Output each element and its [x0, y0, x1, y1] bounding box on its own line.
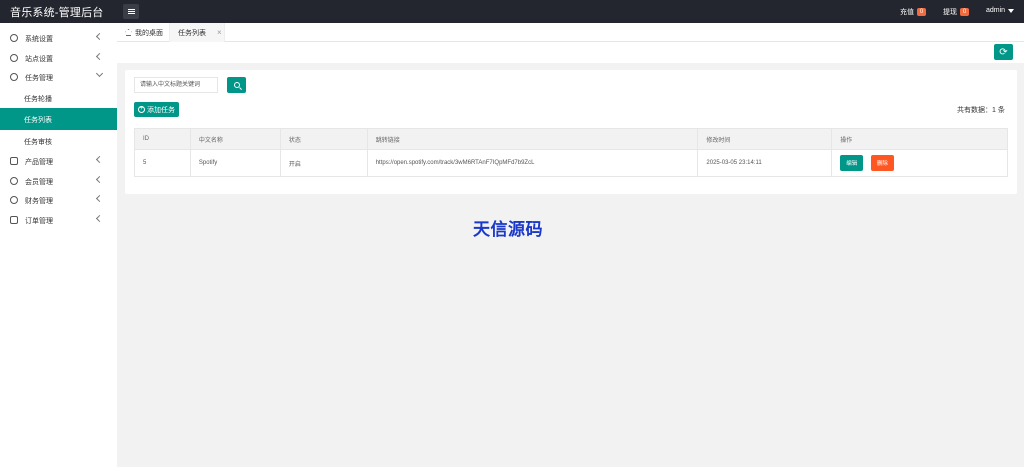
close-icon[interactable]: × [217, 28, 222, 37]
menu-toggle-icon[interactable] [123, 4, 139, 19]
task-table: ID 中文名称 状态 跳转链接 修改时间 操作 5 Spotify 开启 htt… [134, 128, 1008, 177]
app-title: 音乐系统-管理后台 [10, 7, 104, 19]
sidebar-item-label: 产品管理 [25, 159, 53, 166]
chevron-left-icon [95, 155, 104, 164]
sidebar: 系统设置 站点设置 任务管理 任务轮播 任务列表 任务审核 产品管理 会员管理 … [0, 23, 117, 467]
sidebar-item-label: 财务管理 [25, 198, 53, 205]
cell-name: Spotify [189, 149, 281, 177]
recharge-label: 充值 [900, 9, 914, 16]
column-header: 操作 [831, 128, 1008, 150]
location-icon [10, 196, 18, 204]
refresh-icon: ⟳ [999, 46, 1008, 58]
top-header: 音乐系统-管理后台 充值 0 提现 0 admin [0, 0, 1024, 23]
gear-icon [10, 34, 18, 42]
withdraw-label: 提现 [943, 9, 957, 16]
sidebar-item-system-settings[interactable]: 系统设置 [0, 28, 117, 48]
column-header: 中文名称 [189, 128, 281, 150]
tab-label: 我的桌面 [135, 29, 163, 37]
sidebar-subitem-task-carousel[interactable]: 任务轮播 [0, 87, 117, 109]
refresh-button[interactable]: ⟳ [994, 44, 1013, 60]
sidebar-item-label: 系统设置 [25, 36, 53, 43]
table-row: 5 Spotify 开启 https://open.spotify.com/tr… [134, 149, 1008, 177]
sidebar-subitem-label: 任务审核 [24, 138, 52, 146]
withdraw-badge: 0 [960, 8, 969, 16]
add-task-label: 添加任务 [147, 106, 175, 114]
withdraw-indicator[interactable]: 提现 0 [943, 7, 969, 17]
box-icon [10, 215, 18, 224]
cell-time: 2025-03-05 23:14:11 [697, 149, 833, 177]
chevron-left-icon [95, 52, 104, 60]
table-header-row: ID 中文名称 状态 跳转链接 修改时间 操作 [134, 128, 1008, 150]
recharge-indicator[interactable]: 充值 0 [900, 7, 926, 17]
chevron-down-icon [95, 69, 104, 78]
cell-id: 5 [134, 149, 191, 177]
user-menu[interactable]: admin [986, 7, 1015, 14]
column-header: ID [134, 128, 191, 150]
plus-circle-icon: + [138, 106, 145, 113]
cell-actions: 编辑 删除 [831, 149, 1008, 177]
cell-link: https://open.spotify.com/track/3wM6RTAnF… [366, 149, 699, 177]
cell-status: 开启 [279, 149, 368, 177]
user-icon [10, 176, 18, 185]
tab-task-list[interactable]: 任务列表 × [170, 23, 225, 42]
chevron-left-icon [95, 32, 104, 41]
column-header: 修改时间 [697, 128, 833, 150]
sidebar-subitem-label: 任务轮播 [24, 95, 52, 103]
tab-label: 任务列表 [178, 29, 206, 37]
sidebar-item-label: 站点设置 [25, 55, 53, 63]
add-task-button[interactable]: + 添加任务 [134, 102, 179, 117]
chevron-left-icon [95, 175, 104, 183]
refresh-strip: ⟳ [117, 42, 1024, 63]
column-header: 跳转链接 [366, 128, 699, 150]
delete-button[interactable]: 删除 [870, 155, 894, 171]
edit-button[interactable]: 编辑 [840, 155, 864, 171]
sidebar-item-label: 订单管理 [25, 217, 53, 225]
sidebar-item-task-management[interactable]: 任务管理 [0, 67, 117, 87]
search-input[interactable] [134, 77, 218, 93]
user-name: admin [986, 7, 1006, 14]
sidebar-item-member-management[interactable]: 会员管理 [0, 171, 117, 191]
sidebar-subitem-task-list[interactable]: 任务列表 [0, 108, 117, 130]
sidebar-item-order-management[interactable]: 订单管理 [0, 210, 117, 230]
content-card: + 添加任务 共有数据：1 条 ID 中文名称 状态 跳转链接 修改时间 操作 … [125, 70, 1017, 194]
refresh-icon [10, 53, 18, 62]
search-button[interactable] [227, 77, 246, 93]
sidebar-item-product-management[interactable]: 产品管理 [0, 151, 117, 171]
home-icon [125, 29, 132, 36]
sidebar-item-label: 会员管理 [25, 178, 53, 186]
recharge-badge: 0 [917, 8, 926, 16]
column-header: 状态 [279, 128, 368, 150]
sidebar-item-site-settings[interactable]: 站点设置 [0, 48, 117, 68]
caret-down-icon [1008, 8, 1015, 13]
sidebar-item-label: 任务管理 [25, 75, 53, 82]
refresh-icon [10, 73, 18, 81]
sidebar-subitem-label: 任务列表 [24, 117, 52, 124]
sidebar-subitem-task-review[interactable]: 任务审核 [0, 130, 117, 152]
chevron-left-icon [95, 214, 104, 222]
sidebar-item-finance-management[interactable]: 财务管理 [0, 190, 117, 210]
tab-home[interactable]: 我的桌面 [117, 23, 170, 42]
box-icon [10, 157, 18, 165]
chevron-left-icon [95, 194, 104, 203]
total-count: 共有数据：1 条 [957, 107, 1005, 114]
tab-bar: 我的桌面 任务列表 × [117, 23, 1024, 42]
watermark: 天信源码 [473, 220, 543, 240]
search-icon [233, 82, 240, 88]
